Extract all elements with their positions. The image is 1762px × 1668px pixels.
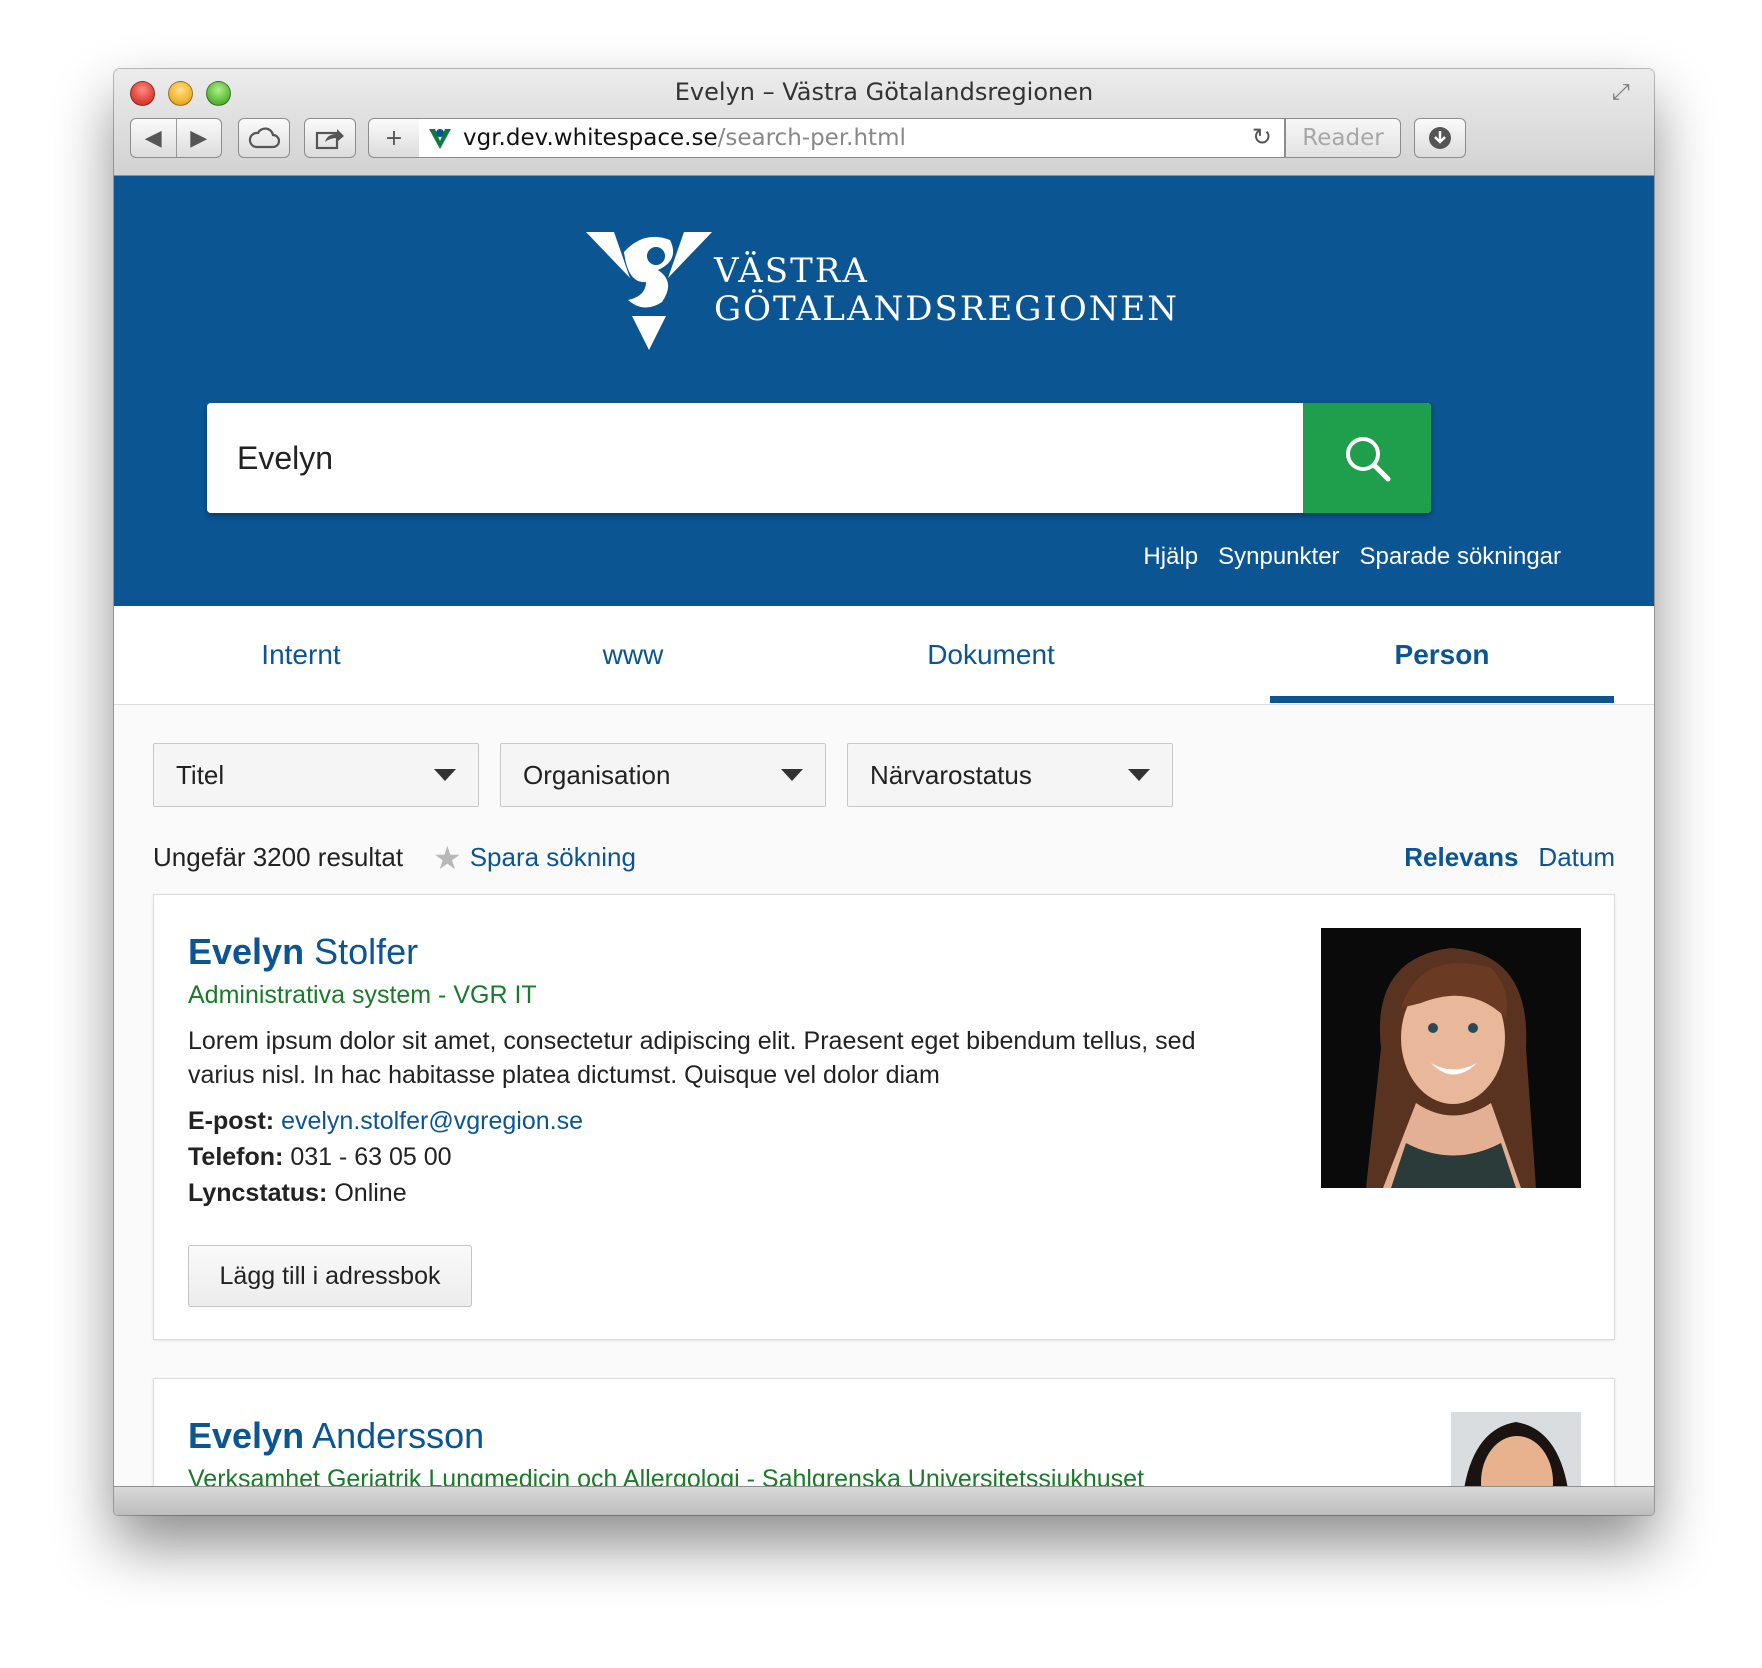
feedback-link[interactable]: Synpunkter (1218, 543, 1339, 571)
person-organisation: Administrativa system - VGR IT (188, 981, 537, 1009)
search-box (207, 403, 1431, 513)
browser-status-bar (114, 1486, 1654, 1515)
phone-label: Telefon: (188, 1143, 284, 1171)
downloads-button[interactable] (1414, 118, 1466, 158)
filter-bar: Titel Organisation Närvarostatus (153, 743, 1173, 807)
share-button[interactable] (304, 118, 356, 158)
tab-internt[interactable]: Internt (114, 606, 488, 704)
person-photo (1451, 1412, 1581, 1486)
new-tab-button[interactable]: + (368, 118, 420, 158)
plus-icon: + (384, 125, 404, 151)
save-search-link[interactable]: ★ Spara sökning (433, 839, 636, 876)
email-label: E-post: (188, 1107, 275, 1135)
reload-icon[interactable]: ↻ (1252, 123, 1272, 151)
search-icon (1346, 437, 1391, 482)
logo-line-2: GÖTALANDSREGIONEN (714, 289, 1180, 329)
sort-date[interactable]: Datum (1538, 842, 1615, 873)
portrait-image (1321, 928, 1581, 1188)
tab-www[interactable]: www (488, 606, 778, 704)
logo-text: VÄSTRA GÖTALANDSREGIONEN (714, 252, 1179, 328)
browser-window: Evelyn – Västra Götalandsregionen ⤢ ◀ ▶ … (114, 69, 1654, 1515)
back-button[interactable]: ◀ (131, 126, 176, 151)
filter-label: Organisation (523, 759, 671, 790)
person-last-name: Stolfer (304, 931, 419, 972)
tab-person[interactable]: Person (1270, 606, 1614, 704)
lync-row: Lyncstatus: Online (188, 1179, 407, 1208)
person-result-card: Evelyn Andersson Verksamhet Geriatrik Lu… (153, 1378, 1615, 1486)
email-row: E-post: evelyn.stolfer@vgregion.se (188, 1107, 583, 1136)
person-first-name: Evelyn (188, 931, 305, 972)
filter-title-dropdown[interactable]: Titel (153, 743, 479, 807)
vgr-logo-icon (586, 232, 712, 350)
vgr-logo[interactable]: VÄSTRA GÖTALANDSREGIONEN (584, 230, 1177, 350)
saved-searches-link[interactable]: Sparade sökningar (1360, 543, 1561, 571)
help-link[interactable]: Hjälp (1143, 543, 1198, 571)
address-bar[interactable]: vgr.dev.whitespace.se/search-per.html ↻ (419, 118, 1285, 158)
browser-chrome: Evelyn – Västra Götalandsregionen ⤢ ◀ ▶ … (114, 69, 1654, 176)
person-result-card: Evelyn Stolfer Administrativa system - V… (153, 894, 1615, 1340)
person-first-name: Evelyn (188, 1415, 305, 1456)
url-path: /search-per.html (717, 125, 906, 151)
site-favicon-icon (429, 129, 451, 149)
logo-line-1: VÄSTRA (714, 251, 869, 291)
filter-organisation-dropdown[interactable]: Organisation (500, 743, 826, 807)
filter-presence-dropdown[interactable]: Närvarostatus (847, 743, 1173, 807)
active-tab-indicator (1270, 696, 1614, 703)
site-header: VÄSTRA GÖTALANDSREGIONEN Hjälp Synpunkte… (114, 176, 1654, 606)
lync-label: Lyncstatus: (188, 1179, 328, 1207)
email-link[interactable]: evelyn.stolfer@vgregion.se (281, 1107, 583, 1135)
url-host: vgr.dev.whitespace.se (463, 125, 718, 151)
header-links: Hjälp Synpunkter Sparade sökningar (1143, 543, 1561, 571)
filter-label: Titel (176, 759, 225, 790)
sort-relevance[interactable]: Relevans (1404, 842, 1518, 873)
chevron-down-icon (434, 769, 456, 781)
cloud-icon (248, 127, 280, 149)
chevron-down-icon (781, 769, 803, 781)
lync-status: Online (334, 1179, 407, 1207)
reader-button[interactable]: Reader (1285, 118, 1401, 158)
phone-row: Telefon: 031 - 63 05 00 (188, 1143, 452, 1172)
result-count: Ungefär 3200 resultat (153, 842, 404, 872)
person-last-name: Andersson (304, 1415, 485, 1456)
page-viewport[interactable]: VÄSTRA GÖTALANDSREGIONEN Hjälp Synpunkte… (114, 176, 1654, 1486)
phone-value: 031 - 63 05 00 (290, 1143, 452, 1171)
person-organisation: Verksamhet Geriatrik Lungmedicin och All… (188, 1465, 1145, 1486)
search-tabs: Internt www Dokument Person (114, 606, 1654, 705)
filter-label: Närvarostatus (870, 759, 1032, 790)
add-to-addressbook-button[interactable]: Lägg till i adressbok (188, 1245, 472, 1307)
star-icon: ★ (433, 839, 462, 876)
person-name-link[interactable]: Evelyn Stolfer (188, 931, 418, 973)
search-button[interactable] (1303, 403, 1431, 513)
person-photo (1321, 928, 1581, 1188)
fullscreen-icon[interactable]: ⤢ (1612, 79, 1640, 107)
download-icon (1429, 127, 1451, 149)
search-input[interactable] (207, 403, 1305, 513)
person-name-link[interactable]: Evelyn Andersson (188, 1415, 484, 1457)
sort-options: Relevans Datum (1404, 842, 1615, 873)
tab-dokument[interactable]: Dokument (828, 606, 1154, 704)
window-title: Evelyn – Västra Götalandsregionen (674, 78, 1094, 106)
portrait-image (1451, 1412, 1581, 1486)
person-description: Lorem ipsum dolor sit amet, consectetur … (188, 1027, 1196, 1089)
chevron-down-icon (1128, 769, 1150, 781)
back-forward-group: ◀ ▶ (130, 118, 222, 158)
forward-button[interactable]: ▶ (177, 126, 222, 151)
results-meta: Ungefär 3200 resultat ★ Spara sökning Re… (153, 838, 1615, 878)
save-search-label: Spara sökning (469, 842, 636, 872)
share-icon (315, 129, 344, 150)
icloud-tabs-button[interactable] (238, 118, 290, 158)
